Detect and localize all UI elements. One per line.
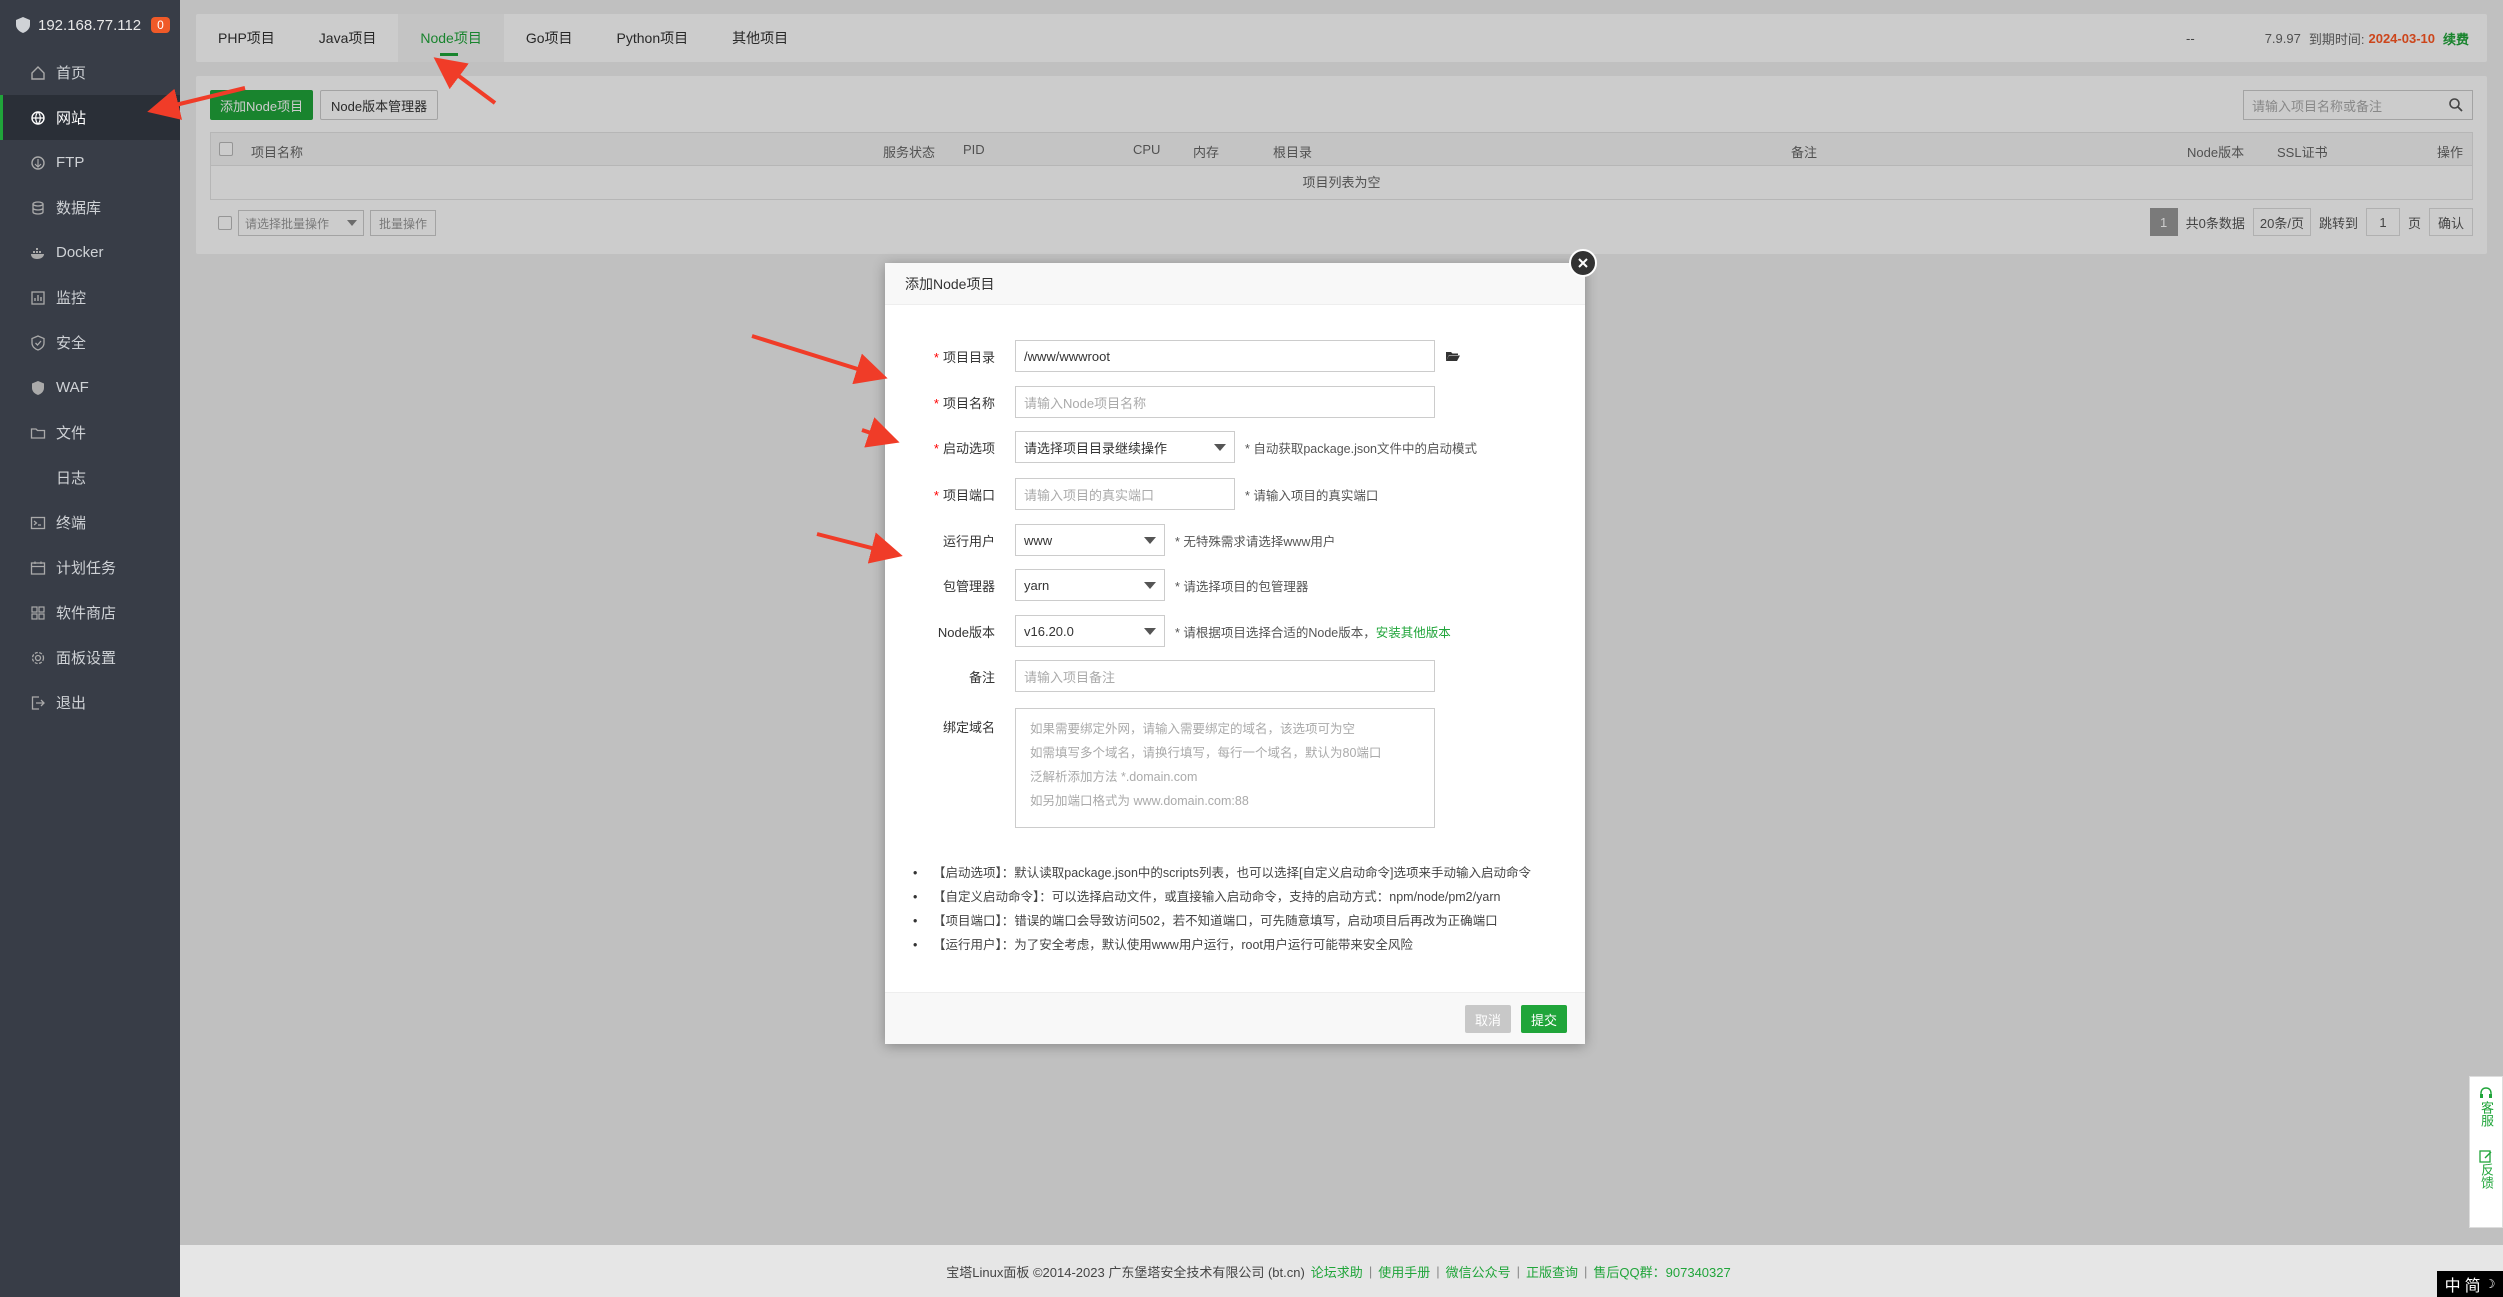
arrow-to-user (816, 532, 903, 564)
arrow-to-dir (751, 334, 888, 385)
arrow-to-website (147, 86, 246, 120)
arrow-to-node-tab (433, 57, 497, 105)
annotation-arrows (147, 57, 903, 564)
arrow-to-start (861, 417, 900, 448)
